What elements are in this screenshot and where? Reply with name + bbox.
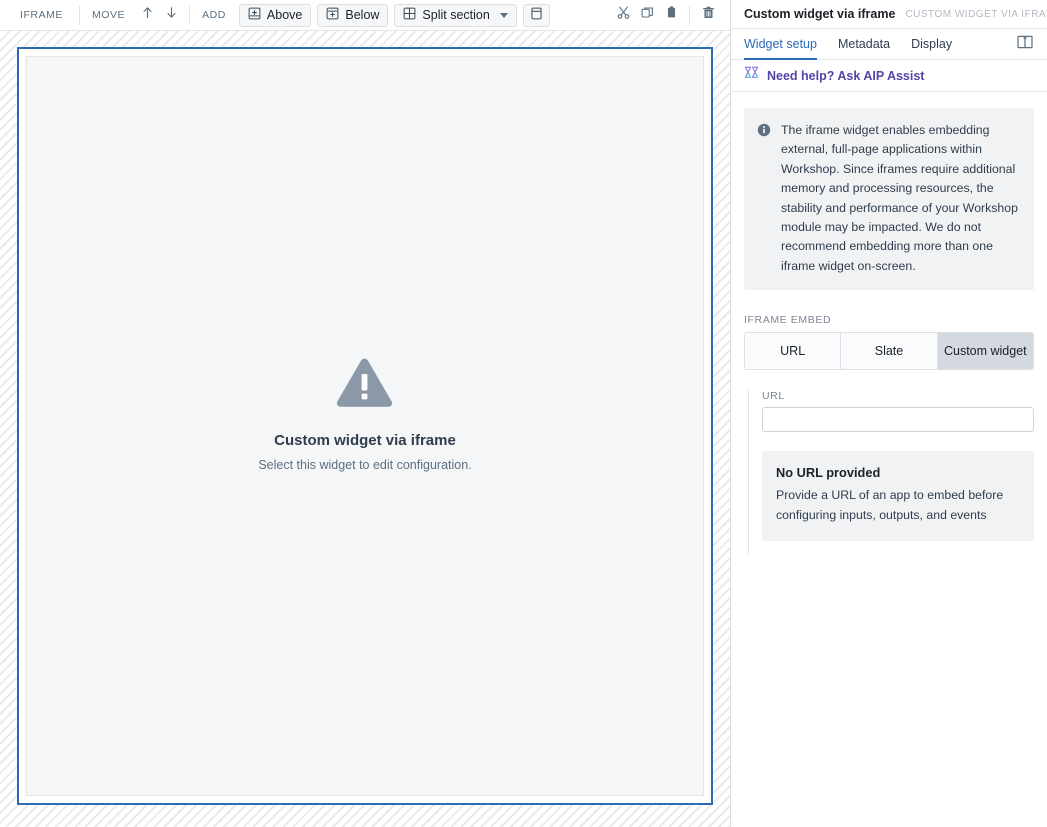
add-below-label: Below: [345, 8, 380, 22]
move-up-button[interactable]: [135, 4, 159, 27]
add-above-label: Above: [266, 8, 303, 22]
delete-button[interactable]: [696, 4, 720, 27]
no-url-text: Provide a URL of an app to embed before …: [776, 488, 1004, 522]
split-section-label: Split section: [422, 8, 490, 22]
add-below-button[interactable]: Below: [317, 3, 389, 27]
tab-widget-setup-label: Widget setup: [744, 37, 817, 51]
panel-title: Custom widget via iframe: [744, 7, 896, 21]
placeholder-subtitle: Select this widget to edit configuration…: [258, 457, 472, 472]
iframe-embed-segmented-control: URL Slate Custom widget: [744, 332, 1034, 371]
widget-toolbar: IFRAME MOVE ADD Above Below Split sectio…: [0, 0, 730, 31]
tab-metadata-label: Metadata: [837, 37, 891, 51]
aip-assist-link[interactable]: Need help? Ask AIP Assist: [731, 60, 1047, 92]
documentation-button[interactable]: [1016, 29, 1034, 59]
warning-triangle-icon: [335, 357, 394, 414]
add-above-button[interactable]: Above: [238, 3, 312, 27]
clipboard-icon: [664, 5, 679, 25]
tab-display[interactable]: Display: [902, 29, 961, 59]
split-section-button[interactable]: Split section: [394, 3, 517, 27]
segment-custom-widget-label: Custom widget: [943, 343, 1027, 358]
segment-slate[interactable]: Slate: [841, 333, 938, 370]
panel-subtitle: CUSTOM WIDGET VIA IFRAME: [905, 8, 1047, 20]
canvas-pane: IFRAME MOVE ADD Above Below Split sectio…: [0, 0, 731, 827]
toolbar-divider: [189, 5, 191, 25]
widget-type-label: IFRAME: [20, 9, 63, 21]
placeholder-title: Custom widget via iframe: [274, 431, 456, 449]
iframe-widget-body: Custom widget via iframe Select this wid…: [26, 56, 704, 796]
tab-display-label: Display: [911, 37, 953, 51]
url-field-label: URL: [762, 390, 785, 403]
info-icon: [757, 123, 771, 276]
no-url-title: No URL provided: [776, 465, 881, 481]
split-section-icon: [403, 7, 416, 23]
no-url-callout: No URL provided Provide a URL of an app …: [762, 451, 1034, 542]
chevron-down-icon: [499, 12, 508, 18]
add-above-icon: [248, 7, 261, 23]
segment-url[interactable]: URL: [745, 333, 842, 370]
panel-header: Custom widget via iframe CUSTOM WIDGET V…: [731, 0, 1047, 29]
widget-config-panel: Custom widget via iframe CUSTOM WIDGET V…: [731, 0, 1047, 827]
scissors-icon: [616, 5, 631, 25]
panel-body: Need help? Ask AIP Assist The iframe wid…: [731, 60, 1047, 827]
panel-tabs: Widget setup Metadata Display: [731, 29, 1047, 60]
url-input[interactable]: [762, 407, 1034, 433]
widget-placeholder: Custom widget via iframe Select this wid…: [258, 357, 472, 472]
move-down-button[interactable]: [159, 4, 183, 27]
iframe-info-text: The iframe widget enables embedding exte…: [781, 123, 1018, 273]
paste-button[interactable]: [659, 4, 683, 27]
tab-metadata[interactable]: Metadata: [829, 29, 899, 59]
panel-layout-icon: [530, 7, 543, 23]
url-config-section: URL No URL provided Provide a URL of an …: [748, 390, 1047, 556]
segment-custom-widget[interactable]: Custom widget: [937, 333, 1033, 370]
segment-slate-label: Slate: [874, 343, 904, 358]
arrow-up-icon: [140, 5, 155, 25]
toolbar-divider: [78, 5, 80, 25]
arrow-down-icon: [164, 5, 179, 25]
panel-layout-button[interactable]: [522, 3, 550, 27]
copy-button[interactable]: [635, 4, 659, 27]
workshop-editor: IFRAME MOVE ADD Above Below Split sectio…: [0, 0, 1047, 827]
aip-assist-label: Need help? Ask AIP Assist: [767, 68, 925, 83]
module-canvas[interactable]: Custom widget via iframe Select this wid…: [0, 31, 730, 827]
segment-url-label: URL: [780, 343, 806, 358]
iframe-embed-section-label: IFRAME EMBED: [744, 314, 832, 327]
toolbar-divider: [689, 5, 690, 25]
aip-assist-icon: [744, 65, 760, 86]
duplicate-icon: [640, 5, 655, 25]
iframe-widget-selected[interactable]: Custom widget via iframe Select this wid…: [17, 47, 713, 805]
tab-widget-setup[interactable]: Widget setup: [744, 29, 826, 60]
book-icon: [1016, 33, 1034, 56]
iframe-info-callout: The iframe widget enables embedding exte…: [744, 108, 1034, 291]
trash-icon: [701, 5, 716, 25]
cut-button[interactable]: [611, 4, 635, 27]
move-group-label: MOVE: [91, 9, 126, 21]
add-below-icon: [326, 7, 339, 23]
add-group-label: ADD: [202, 9, 226, 21]
